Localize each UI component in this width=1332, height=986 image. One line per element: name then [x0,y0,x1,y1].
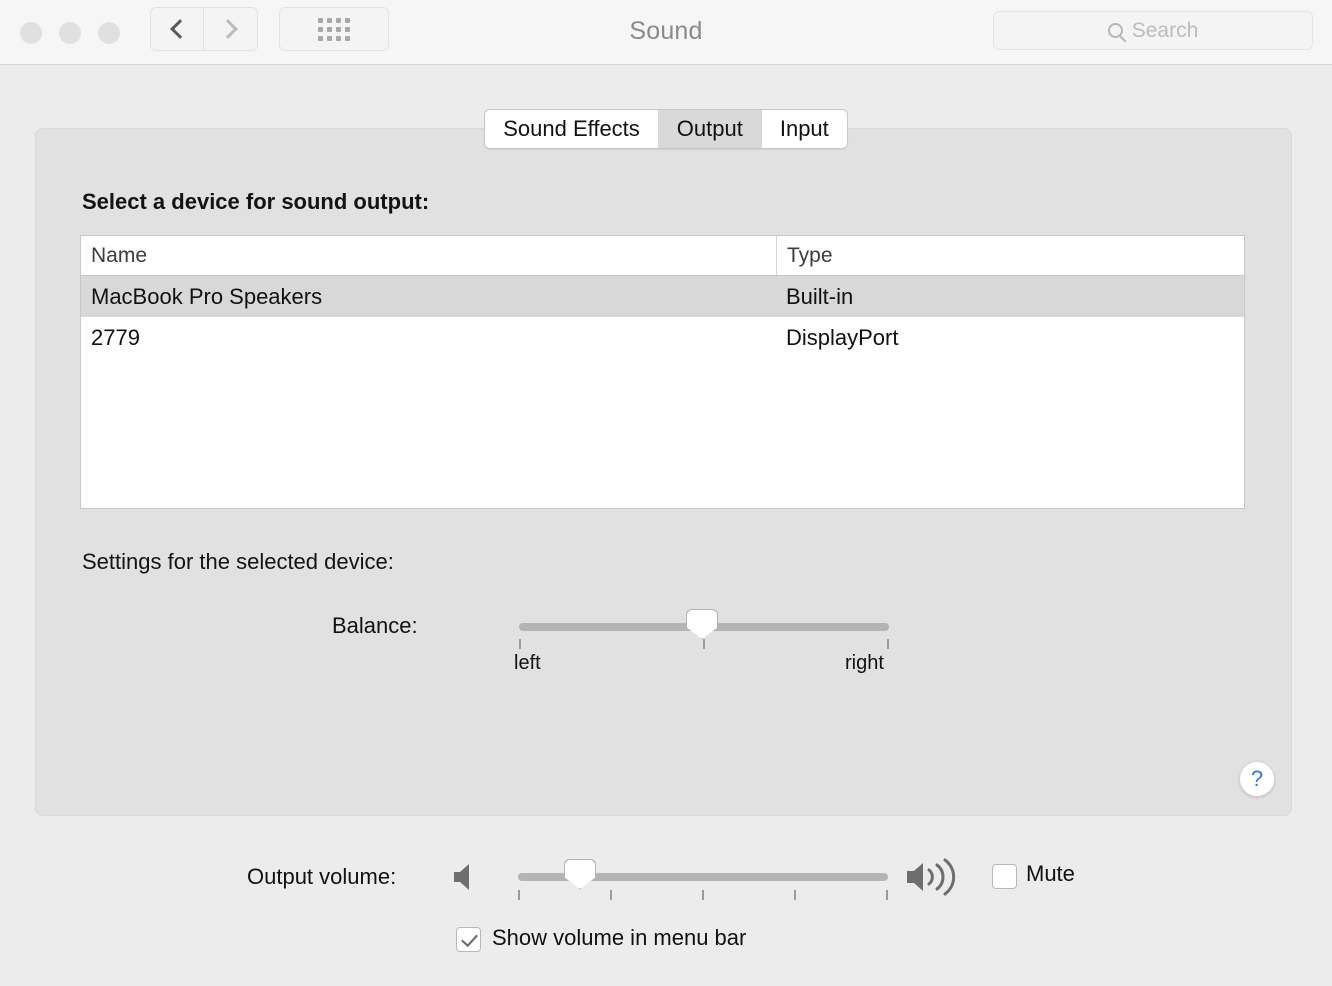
cell-device-type: Built-in [786,283,854,309]
tab-bar: Sound Effects Output Input [0,109,1332,149]
cell-device-name: 2779 [91,324,140,350]
balance-right-label: right [845,652,884,674]
show-volume-menu-bar-label[interactable]: Show volume in menu bar [492,925,746,951]
table-row[interactable]: MacBook Pro Speakers Built-in [81,276,1244,317]
show-volume-menu-bar-checkbox[interactable] [456,927,481,952]
column-header-type[interactable]: Type [776,236,1244,275]
speaker-low-icon [453,860,483,894]
output-volume-slider-ticks [518,890,888,900]
table-header-row: Name Type [81,236,1244,276]
balance-label: Balance: [332,613,418,638]
output-volume-slider-thumb[interactable] [564,859,596,889]
tab-sound-effects[interactable]: Sound Effects [485,110,658,148]
tab-output[interactable]: Output [657,110,761,148]
balance-slider-ticks [519,639,889,649]
mute-label[interactable]: Mute [1026,861,1075,887]
window-titlebar: Sound Search [0,0,1332,65]
output-settings-panel: Select a device for sound output: Name T… [35,128,1292,816]
devices-heading: Select a device for sound output: [82,189,430,214]
help-button[interactable]: ? [1239,761,1275,797]
output-volume-label: Output volume: [247,864,397,889]
output-device-table[interactable]: Name Type MacBook Pro Speakers Built-in … [80,235,1245,509]
search-input[interactable]: Search [993,11,1313,50]
mute-checkbox[interactable] [992,864,1017,889]
cell-device-name: MacBook Pro Speakers [91,283,323,309]
output-volume-row: Output volume: Mute [0,858,1332,918]
column-header-name[interactable]: Name [81,236,776,275]
settings-heading: Settings for the selected device: [82,549,394,574]
search-placeholder: Search [1131,18,1199,42]
tab-input[interactable]: Input [760,110,847,148]
cell-device-type: DisplayPort [786,324,899,350]
search-icon [1107,23,1123,38]
balance-left-label: left [514,652,541,674]
speaker-high-icon [905,857,967,897]
balance-slider-thumb[interactable] [686,609,718,639]
table-row[interactable]: 2779 DisplayPort [81,317,1244,358]
